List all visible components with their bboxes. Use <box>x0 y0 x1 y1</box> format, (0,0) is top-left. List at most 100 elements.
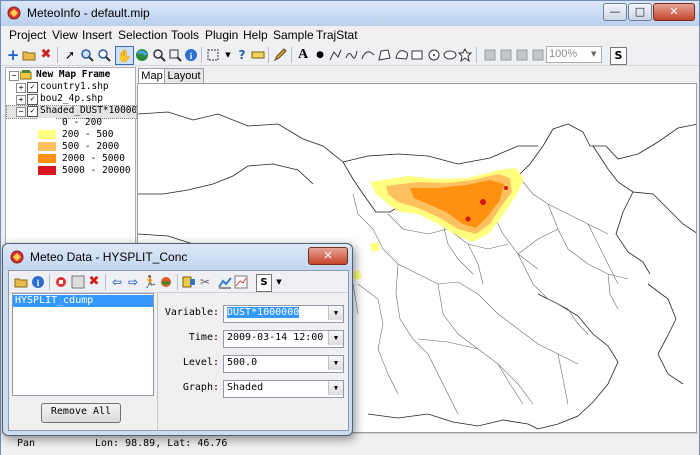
layer-visibility-checkbox[interactable]: ✓ <box>27 82 38 93</box>
dialog-close-button[interactable]: ✕ <box>308 247 348 265</box>
chevron-down-icon[interactable]: ▼ <box>328 381 343 395</box>
menu-help[interactable]: Help <box>243 28 268 42</box>
level-label: Level: <box>182 357 219 368</box>
collapse-icon[interactable]: − <box>9 71 19 81</box>
remove-icon[interactable]: ✖ <box>38 47 54 63</box>
select-box-icon[interactable] <box>205 47 221 63</box>
legend-swatch <box>38 130 56 139</box>
pan-hand-icon[interactable]: ✋ <box>115 46 134 65</box>
menu-sample[interactable]: Sample <box>273 28 314 42</box>
level-select[interactable]: 500.0 ▼ <box>223 355 344 373</box>
text-tool-icon[interactable]: A <box>295 47 311 63</box>
map-frame-name: New Map Frame <box>36 69 111 80</box>
menu-project[interactable]: Project <box>9 28 46 42</box>
arrow-left-icon[interactable]: ⇦ <box>109 274 125 290</box>
measure-icon[interactable] <box>250 47 266 63</box>
variable-value: DUST*1000000 <box>227 307 300 318</box>
legend-swatch <box>38 118 56 127</box>
plot-icon[interactable] <box>233 274 249 290</box>
globe-icon[interactable] <box>134 47 150 63</box>
curve-tool-icon[interactable] <box>360 47 376 63</box>
layer-visibility-checkbox[interactable]: ✓ <box>27 94 38 105</box>
curve-polygon-icon[interactable] <box>393 47 409 63</box>
layout-icon-3[interactable] <box>530 47 546 63</box>
select-arrow-icon[interactable]: ➚ <box>62 47 78 63</box>
close-button[interactable]: ✕ <box>653 3 695 21</box>
chevron-down-icon[interactable]: ▼ <box>328 356 343 370</box>
polygon-tool-icon[interactable] <box>376 47 392 63</box>
legend-class: 0 - 200 <box>6 117 134 129</box>
menu-selection[interactable]: Selection <box>118 28 167 42</box>
menu-view[interactable]: View <box>52 28 78 42</box>
remove-icon[interactable]: ✖ <box>86 274 102 290</box>
legend-class: 2000 - 5000 <box>6 153 134 165</box>
remove-all-button[interactable]: Remove All <box>41 403 121 423</box>
menu-plugin[interactable]: Plugin <box>205 28 238 42</box>
menu-trajstat[interactable]: TrajStat <box>316 28 358 42</box>
zoom-combo[interactable]: 100% ▼ <box>546 46 602 63</box>
layer-node[interactable]: + ✓ bou2_4p.shp <box>6 93 134 105</box>
tools-icon[interactable]: ✂ <box>197 274 213 290</box>
add-layer-icon[interactable]: + <box>5 47 21 63</box>
layer-visibility-checkbox[interactable]: ✓ <box>27 106 38 117</box>
time-value: 2009-03-14 12:00 <box>227 332 324 343</box>
script-icon[interactable]: S <box>256 274 272 292</box>
legend-class-label: 500 - 2000 <box>62 141 120 152</box>
graph-select[interactable]: Shaded ▼ <box>223 380 344 398</box>
layer-name: country1.shp <box>40 81 109 92</box>
circle-tool-icon[interactable] <box>426 47 442 63</box>
rectangle-tool-icon[interactable] <box>409 47 425 63</box>
status-bar: Pan Lon: 98.89, Lat: 46.76 <box>1 433 699 455</box>
freehand-tool-icon[interactable] <box>343 47 359 63</box>
time-select[interactable]: 2009-03-14 12:00 ▼ <box>223 330 344 348</box>
menu-tools[interactable]: Tools <box>171 28 199 42</box>
layer-node[interactable]: + ✓ country1.shp <box>6 81 134 93</box>
point-tool-icon[interactable]: ● <box>312 47 328 63</box>
menu-insert[interactable]: Insert <box>82 28 112 42</box>
script-icon[interactable]: S <box>610 47 627 65</box>
star-tool-icon[interactable] <box>457 47 473 63</box>
open-folder-icon[interactable] <box>21 47 37 63</box>
collapse-icon[interactable]: − <box>16 107 26 117</box>
legend-class-label: 2000 - 5000 <box>62 153 125 164</box>
legend-edit-icon[interactable] <box>181 274 197 290</box>
chevron-down-icon[interactable]: ▼ <box>591 50 596 58</box>
chevron-down-icon[interactable]: ▼ <box>271 274 287 290</box>
section-icon[interactable] <box>158 274 174 290</box>
station-data-icon[interactable] <box>53 274 69 290</box>
dataset-list[interactable]: HYSPLIT_cdump <box>12 293 154 396</box>
identify-icon[interactable]: ? <box>234 47 250 63</box>
edit-icon[interactable] <box>272 47 288 63</box>
variable-select[interactable]: DUST*1000000 ▼ <box>223 305 344 323</box>
toolbar-separator <box>49 274 50 290</box>
layout-icon-1[interactable] <box>498 47 514 63</box>
ellipse-tool-icon[interactable] <box>442 47 458 63</box>
info-icon[interactable]: i <box>30 274 46 290</box>
info-icon[interactable]: i <box>183 47 199 63</box>
zoom-selection-icon[interactable] <box>167 47 183 63</box>
meteo-data-dialog: Meteo Data - HYSPLIT_Conc ✕ i ✖ ⇦ ⇨ 🏃 ✂ … <box>2 243 353 436</box>
zoom-in-icon[interactable] <box>79 47 95 63</box>
arrow-right-icon[interactable]: ⇨ <box>125 274 141 290</box>
zoom-layer-icon[interactable] <box>151 47 167 63</box>
minimize-button[interactable]: — <box>603 3 627 21</box>
open-folder-icon[interactable] <box>13 274 29 290</box>
chart-icon[interactable] <box>217 274 233 290</box>
chevron-down-icon[interactable]: ▼ <box>328 306 343 320</box>
toolbar-separator <box>291 47 292 63</box>
legend-class-label: 200 - 500 <box>62 129 114 140</box>
grid-data-icon[interactable] <box>70 274 86 290</box>
expand-icon[interactable]: + <box>16 83 26 93</box>
toolbar-separator <box>268 47 269 63</box>
layout-icon-2[interactable] <box>514 47 530 63</box>
page-setup-icon[interactable] <box>482 47 498 63</box>
dataset-item-selected[interactable]: HYSPLIT_cdump <box>13 295 153 307</box>
chevron-down-icon[interactable]: ▼ <box>328 331 343 345</box>
zoom-out-icon[interactable] <box>96 47 112 63</box>
toolbar-separator <box>105 274 106 290</box>
map-frame-node[interactable]: − New Map Frame <box>6 69 134 81</box>
maximize-button[interactable]: □ <box>628 3 652 21</box>
animation-icon[interactable]: 🏃 <box>142 274 158 290</box>
polyline-tool-icon[interactable] <box>327 47 343 63</box>
expand-icon[interactable]: + <box>16 95 26 105</box>
